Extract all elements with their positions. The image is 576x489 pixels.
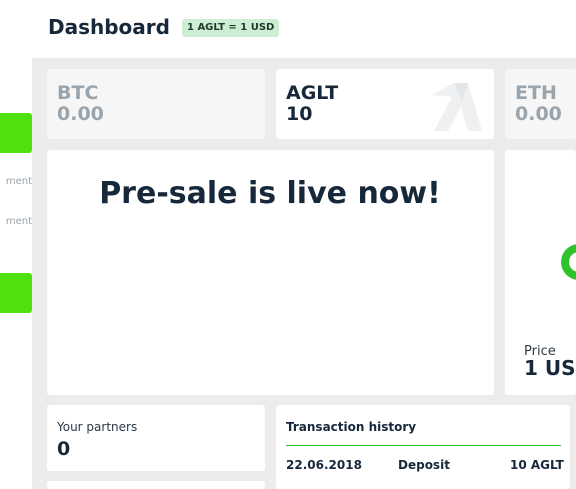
lower-card bbox=[47, 481, 265, 489]
price-card: Price 1 USD bbox=[505, 150, 576, 395]
transaction-type: Deposit bbox=[398, 458, 450, 472]
transaction-amount: 10 AGLT bbox=[510, 458, 564, 472]
buy-circle-icon-center bbox=[569, 252, 576, 272]
wallet-card-btc[interactable]: BTC 0.00 bbox=[47, 69, 265, 139]
page-title: Dashboard bbox=[48, 15, 170, 39]
wallet-balance: 0.00 bbox=[57, 103, 104, 125]
transaction-history-title: Transaction history bbox=[286, 420, 417, 434]
partners-card: Your partners 0 bbox=[47, 405, 265, 471]
exchange-rate-badge: 1 AGLT = 1 USD bbox=[182, 19, 280, 37]
sidebar-action-button-top[interactable] bbox=[0, 113, 32, 153]
sidebar-action-button-bottom[interactable] bbox=[0, 273, 32, 313]
transaction-date: 22.06.2018 bbox=[286, 458, 362, 472]
wallet-symbol: AGLT bbox=[286, 82, 339, 104]
wallet-symbol: BTC bbox=[57, 82, 99, 104]
partners-label: Your partners bbox=[57, 420, 138, 434]
sidebar-item-label[interactable]: ment bbox=[0, 216, 32, 227]
wallet-balance: 0.00 bbox=[515, 103, 562, 125]
wallet-card-eth[interactable]: ETH 0.00 bbox=[505, 69, 576, 139]
buy-circle-icon[interactable] bbox=[561, 244, 576, 280]
partners-count: 0 bbox=[57, 438, 71, 460]
transaction-history-card: Transaction history 22.06.2018 Deposit 1… bbox=[276, 405, 570, 489]
presale-title: Pre-sale is live now! bbox=[99, 176, 441, 211]
divider bbox=[286, 445, 561, 446]
top-bar: Dashboard 1 AGLT = 1 USD bbox=[0, 0, 576, 58]
price-value: 1 USD bbox=[524, 356, 576, 380]
aglt-logo-icon bbox=[432, 83, 482, 131]
wallet-symbol: ETH bbox=[515, 82, 557, 104]
sidebar-item-label[interactable]: ment bbox=[0, 176, 32, 187]
wallet-balance: 10 bbox=[286, 103, 313, 125]
presale-banner: Pre-sale is live now! bbox=[47, 150, 494, 395]
wallet-card-aglt[interactable]: AGLT 10 bbox=[276, 69, 494, 139]
